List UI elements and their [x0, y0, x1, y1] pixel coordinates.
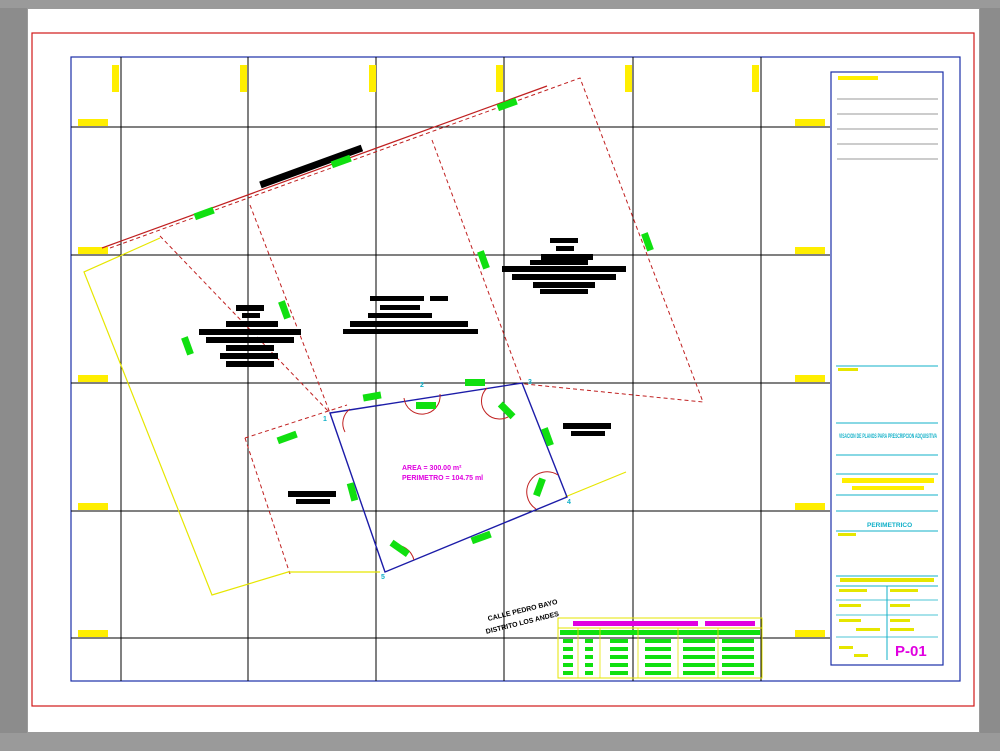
vertex-label: 1 [323, 416, 327, 423]
sheet-number: P-01 [895, 643, 927, 660]
drawing-name: PERIMETRICO [867, 522, 912, 529]
dimension-tags [181, 97, 654, 558]
inner-border [70, 56, 961, 682]
owner-label-south-west [288, 491, 336, 504]
owner-label-lot-middle [343, 296, 478, 334]
area-label: AREA = 300.00 m² [402, 465, 462, 472]
road-name-bar [259, 144, 364, 189]
coordinates-table [557, 617, 763, 679]
owner-label-lot-east [502, 238, 626, 294]
vertex-label: 4 [567, 499, 571, 506]
owner-label-south-east [563, 423, 611, 436]
cad-drawing: 1 2 3 4 5 AREA = 300.00 m² PERIMETRO = 1… [31, 32, 975, 707]
perimeter-label: PERIMETRO = 104.75 ml [402, 475, 483, 482]
project-title: VISACION DE PLANOS PARA PRESCRIPCION ADQ… [839, 433, 937, 440]
title-block: VISACION DE PLANOS PARA PRESCRIPCION ADQ… [830, 71, 944, 666]
road-name-text: CALLE PEDRO BAYO DISTRITO LOS ANDES [485, 599, 560, 636]
coordinate-grid [71, 57, 830, 681]
vertex-angle-arcs [342, 387, 559, 561]
outer-border [31, 32, 975, 707]
road-edge-line [101, 85, 548, 249]
vertex-label: 5 [381, 574, 385, 581]
vertex-label: 3 [528, 379, 532, 386]
cad-viewer: 1 2 3 4 5 AREA = 300.00 m² PERIMETRO = 1… [0, 0, 1000, 751]
vertex-label: 2 [420, 382, 424, 389]
